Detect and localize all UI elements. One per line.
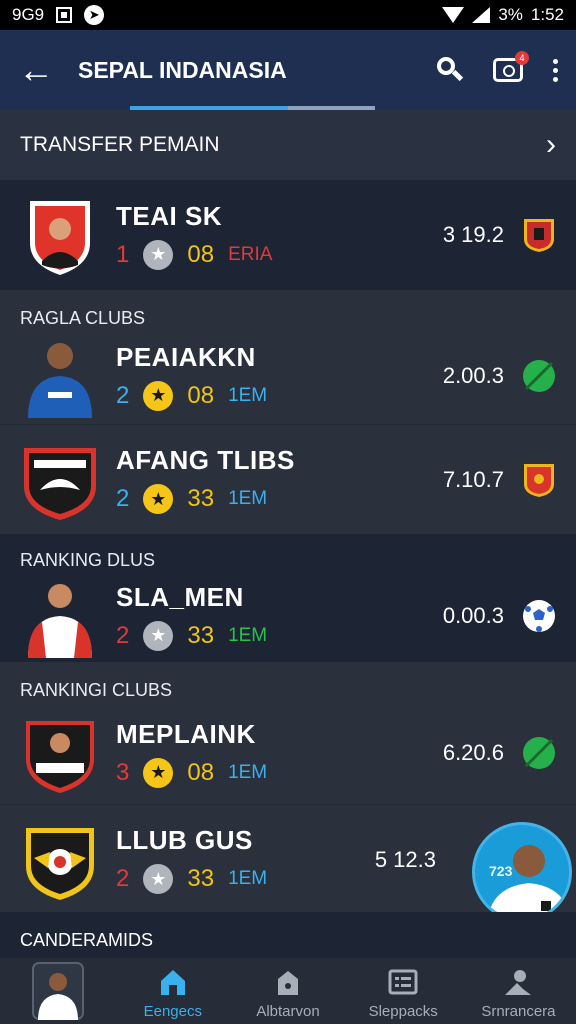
player-avatar — [20, 334, 100, 418]
item-score: 2.00.3 — [442, 363, 504, 388]
signal-icon — [472, 7, 491, 23]
club-logo — [20, 818, 100, 902]
item-points: 08 — [187, 381, 215, 409]
nav-item-account[interactable]: Srnrancera — [461, 958, 576, 1024]
player-avatar — [20, 574, 100, 658]
item-tag: 1EM — [228, 488, 268, 509]
status-time: 1:52 — [530, 5, 564, 24]
star-icon: ★ — [143, 620, 174, 651]
star-icon: ★ — [143, 757, 174, 788]
notification-badge: 4 — [515, 51, 529, 65]
item-score: 6.20.6 — [442, 740, 504, 765]
item-score: 5 12.3 — [374, 846, 436, 872]
nav-label-list: Sleppacks — [368, 1003, 438, 1020]
club-crest-icon — [522, 217, 556, 253]
item-points: 08 — [187, 758, 215, 786]
club-logo — [20, 438, 100, 522]
list-icon — [388, 969, 418, 995]
item-points: 08 — [187, 240, 215, 268]
app-bar: ← SEPAL INDANASIA 4 — [0, 30, 576, 110]
item-name: SLA_MEN — [116, 581, 244, 612]
item-points: 33 — [187, 485, 215, 512]
fab-label: 723 — [489, 863, 513, 879]
item-rank: 1 — [116, 240, 130, 268]
camera-icon[interactable]: 4 — [493, 51, 529, 82]
tab-indicator — [130, 106, 375, 110]
battery-level: 3% — [498, 5, 523, 24]
group-label: RAGLA CLUBS — [20, 308, 146, 328]
item-name: MEPLAINK — [116, 718, 256, 749]
group-label: RANKINGI CLUBS — [20, 680, 173, 700]
nav-item-profile-avatar[interactable] — [0, 958, 115, 1024]
home-icon — [160, 970, 185, 995]
gallery-icon — [56, 7, 73, 23]
transfer-section-header[interactable]: TRANSFER PEMAIN › — [0, 110, 576, 180]
more-menu-icon[interactable] — [553, 58, 558, 82]
search-icon[interactable] — [437, 57, 464, 83]
list-item[interactable]: RANKINGI CLUBS MEPLAINK 3 ★ 08 1EM 6.20.… — [0, 662, 576, 804]
item-rank: 2 — [116, 485, 130, 512]
item-rank: 2 — [116, 381, 130, 409]
green-ball-icon — [522, 735, 556, 771]
star-icon: ★ — [143, 864, 174, 894]
nav-label-account: Srnrancera — [481, 1003, 556, 1020]
chevron-right-icon[interactable]: › — [546, 128, 556, 162]
bag-icon — [278, 971, 298, 995]
nav-label-home: Eengecs — [143, 1003, 202, 1020]
item-rank: 3 — [116, 758, 130, 786]
item-tag: 1EM — [228, 624, 268, 646]
group-label: RANKING DLUS — [20, 550, 156, 570]
item-tag: 1EM — [228, 761, 268, 783]
item-tag: 1EM — [228, 384, 268, 406]
back-arrow-icon[interactable]: ← — [18, 52, 58, 88]
item-name: LLUB GUS — [116, 825, 253, 855]
bottom-section-header: CANDERAMIDS — [0, 912, 576, 958]
item-tag: ERIA — [228, 243, 273, 265]
item-name: TEAI SK — [116, 200, 223, 231]
list-item[interactable]: RAGLA CLUBS PEAIAKKN 2 ★ 08 1EM 2.00.3 — [0, 290, 576, 424]
soccer-ball-icon — [522, 598, 556, 634]
player-avatar-icon — [31, 962, 84, 1020]
item-rank: 2 — [116, 865, 130, 892]
club-crest-icon — [522, 462, 556, 498]
nav-item-home[interactable]: Eengecs — [115, 958, 230, 1024]
green-ball-icon — [522, 358, 556, 394]
status-bar: 9G9 ➤ 3% 1:52 — [0, 0, 576, 30]
nav-label-bag: Albtarvon — [256, 1003, 320, 1020]
item-rank: 2 — [116, 621, 130, 649]
star-icon: ★ — [143, 380, 174, 411]
star-icon: ★ — [143, 239, 174, 270]
status-left-text: 9G9 — [12, 5, 45, 24]
item-name: AFANG TLIBS — [116, 445, 295, 475]
item-points: 33 — [187, 865, 215, 892]
item-tag: 1EM — [228, 868, 268, 889]
section-title: TRANSFER PEMAIN — [20, 133, 220, 156]
player-fab[interactable]: 723 — [472, 822, 572, 922]
item-name: PEAIAKKN — [116, 341, 256, 372]
page-title: SEPAL INDANASIA — [78, 56, 287, 83]
item-points: 33 — [187, 621, 215, 649]
nav-item-list[interactable]: Sleppacks — [346, 958, 461, 1024]
telegram-icon: ➤ — [84, 5, 105, 25]
player-avatar — [20, 711, 100, 795]
player-avatar — [20, 193, 100, 277]
nav-item-bag[interactable]: Albtarvon — [230, 958, 345, 1024]
list-item[interactable]: AFANG TLIBS 2 ★ 33 1EM 7.10.7 — [0, 424, 576, 534]
profile-icon — [505, 970, 532, 995]
bottom-nav: Eengecs Albtarvon Sleppacks Srnrancera — [0, 958, 576, 1024]
item-score: 7.10.7 — [442, 466, 504, 492]
list-item[interactable]: RANKING DLUS SLA_MEN 2 ★ 33 1EM 0.00.3 — [0, 534, 576, 662]
wifi-icon — [442, 7, 465, 23]
item-score: 3 19.2 — [442, 222, 504, 247]
star-icon: ★ — [143, 484, 174, 514]
item-score: 0.00.3 — [442, 603, 504, 628]
list-item[interactable]: TEAI SK 1 ★ 08 ERIA 3 19.2 — [0, 180, 576, 290]
